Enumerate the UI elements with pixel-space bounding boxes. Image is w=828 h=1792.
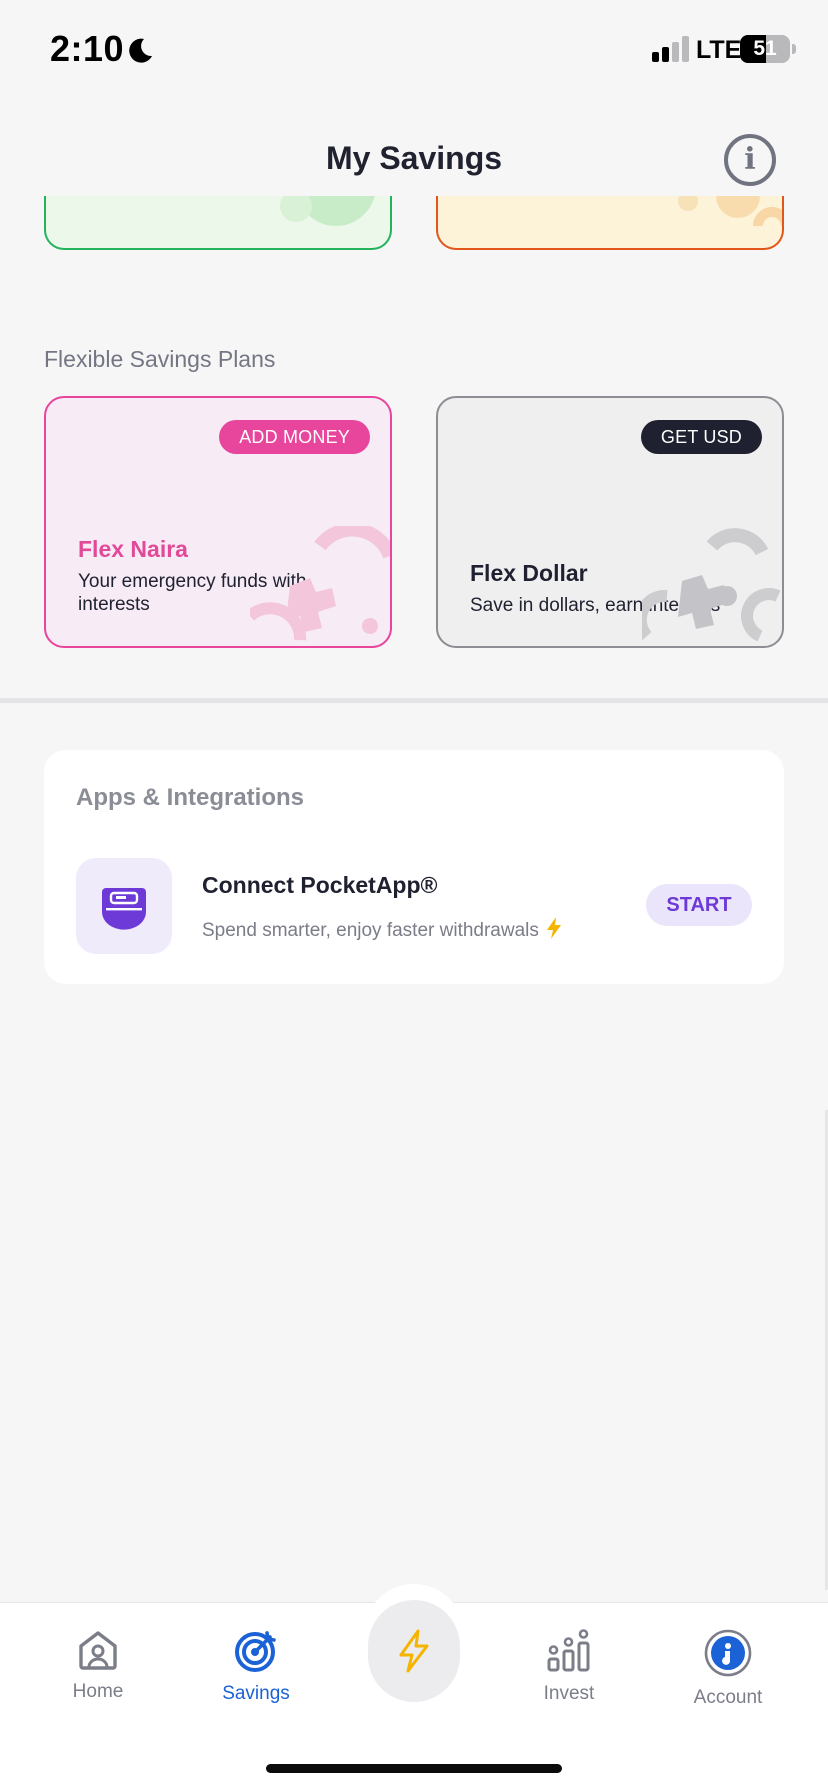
lightning-icon <box>399 1629 429 1673</box>
section-divider <box>0 698 828 703</box>
nav-label-home: Home <box>72 1681 124 1702</box>
page-title: My Savings <box>325 140 503 176</box>
cellular-signal-icon <box>652 36 689 62</box>
nav-item-home[interactable]: Home <box>38 1629 158 1703</box>
info-icon: i <box>744 142 756 177</box>
get-usd-button[interactable]: GET USD <box>640 420 762 454</box>
battery-tip <box>792 44 796 54</box>
nav-item-invest[interactable]: Invest <box>509 1629 629 1705</box>
app-description-row: Spend smarter, enjoy faster withdrawals <box>202 916 563 942</box>
nav-label-invest: Invest <box>543 1683 595 1704</box>
naira-pattern-decoration <box>250 526 390 641</box>
lightning-icon <box>546 917 561 939</box>
account-icon <box>704 1629 752 1677</box>
app-description: Spend smarter, enjoy faster withdrawals <box>202 920 539 941</box>
moon-icon <box>129 38 152 63</box>
dollar-pattern-decoration <box>642 528 781 642</box>
savings-card-clipped-left[interactable] <box>44 196 392 250</box>
nav-item-account[interactable]: Account <box>668 1629 788 1709</box>
start-button[interactable]: START <box>646 884 752 926</box>
invest-icon <box>547 1629 590 1672</box>
battery-icon: 51 <box>740 35 790 63</box>
battery-percent: 51 <box>753 37 777 60</box>
card-pattern-decoration <box>678 196 782 227</box>
network-type: LTE <box>696 36 742 64</box>
status-bar: 2:10 LTE 51 <box>0 0 828 100</box>
target-icon <box>235 1631 276 1672</box>
home-icon <box>79 1631 117 1670</box>
status-time: 2:10 <box>50 28 125 69</box>
app-name: Connect PocketApp® <box>202 872 438 898</box>
card-title: Flex Naira <box>78 536 188 562</box>
home-indicator <box>266 1764 562 1773</box>
savings-card-clipped-right[interactable] <box>436 196 784 250</box>
add-money-button[interactable]: ADD MONEY <box>219 420 370 454</box>
info-button[interactable]: i <box>724 134 776 186</box>
apps-integrations-card: Apps & Integrations Connect PocketApp® S… <box>44 750 784 984</box>
apps-section-title: Apps & Integrations <box>76 784 305 811</box>
card-title: Flex Dollar <box>470 560 588 586</box>
card-pattern-decoration <box>280 196 375 226</box>
nav-item-savings[interactable]: Savings <box>196 1629 316 1705</box>
nav-label-account: Account <box>693 1687 763 1708</box>
flex-naira-card[interactable]: ADD MONEY Flex Naira Your emergency fund… <box>44 396 392 648</box>
flex-dollar-card[interactable]: GET USD Flex Dollar Save in dollars, ear… <box>436 396 784 648</box>
nav-label-savings: Savings <box>222 1683 290 1704</box>
section-title-flexible-savings: Flexible Savings Plans <box>44 346 276 372</box>
quick-action-button[interactable] <box>368 1600 460 1702</box>
pocketapp-icon <box>76 858 172 954</box>
